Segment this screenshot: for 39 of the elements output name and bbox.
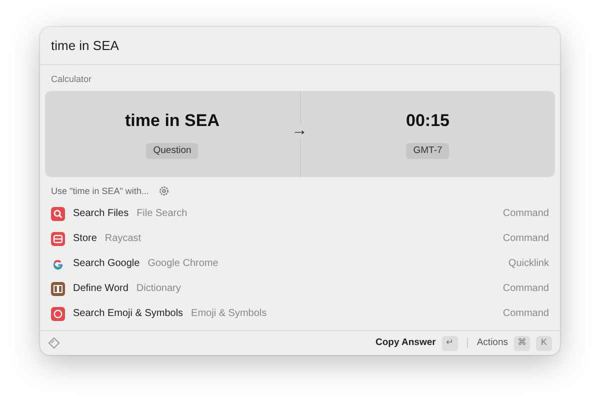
settings-icon[interactable] [158,186,169,196]
list-item[interactable]: Search Emoji & Symbols Emoji & Symbols Command [40,301,560,326]
question-label: Question [146,143,198,160]
list-item[interactable]: Store Raycast Command [40,226,560,251]
question-text: time in SEA [125,110,220,132]
item-subtitle: File Search [136,207,188,221]
list-item[interactable]: Search Google Google Chrome Quicklink [40,251,560,276]
list-item[interactable]: Define Word Dictionary Command [40,276,560,301]
item-title: Store [73,232,97,246]
item-type: Command [502,282,549,296]
store-icon [51,232,65,246]
copy-answer-button[interactable]: Copy Answer [375,336,436,350]
item-type: Quicklink [508,257,549,271]
search-icon [51,206,65,220]
item-type: Command [502,307,549,321]
item-subtitle: Dictionary [136,282,181,296]
item-title: Search Files [73,207,129,221]
item-title: Search Google [73,257,140,271]
item-subtitle: Raycast [104,232,142,246]
enter-key: ↵ [442,336,458,350]
timezone-label: GMT-7 [406,143,450,160]
section-title: Calculator [50,73,93,86]
actions-button[interactable]: Actions [476,336,508,350]
item-subtitle: Emoji & Symbols [191,307,267,321]
search-field[interactable]: time in SEA [40,27,560,65]
fallback-title: Use "time in SEA" with... [51,184,149,198]
logo-icon [48,337,60,349]
item-subtitle: Google Chrome [148,257,218,271]
shortcut-key: ⌘ [514,336,530,350]
item-type: Command [502,207,549,221]
item-type: Command [502,232,549,246]
item-title: Define Word [73,282,128,296]
book-icon [51,282,65,296]
answer-text: 00:15 [406,110,450,132]
shortcut-key: K [536,336,552,350]
list-item[interactable]: Search Files File Search Command [40,201,560,226]
item-title: Search Emoji & Symbols [73,307,184,321]
emoji-icon [51,306,65,320]
arrow-glyph: → [292,122,308,138]
